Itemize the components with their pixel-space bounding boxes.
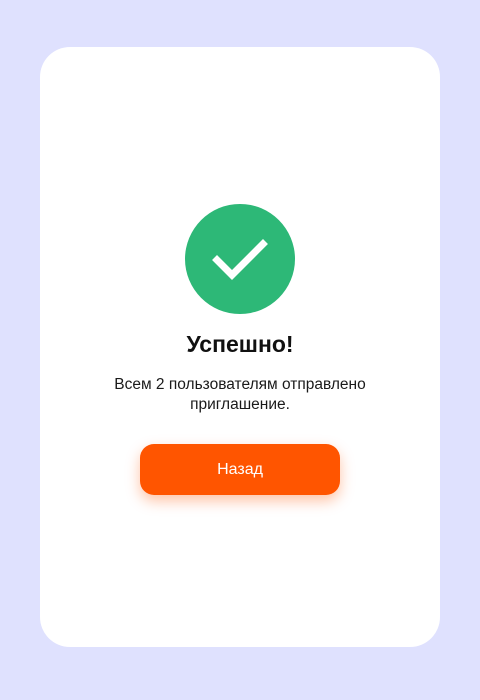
success-message: Всем 2 пользователям отправлено приглаше… <box>114 376 366 413</box>
success-dialog-card: Успешно! Всем 2 пользователям отправлено… <box>40 47 440 647</box>
checkmark-icon <box>212 239 268 280</box>
success-badge <box>185 204 295 314</box>
back-button[interactable]: Назад <box>140 444 340 495</box>
success-title: Успешно! <box>186 331 294 357</box>
back-button-label: Назад <box>217 460 263 478</box>
